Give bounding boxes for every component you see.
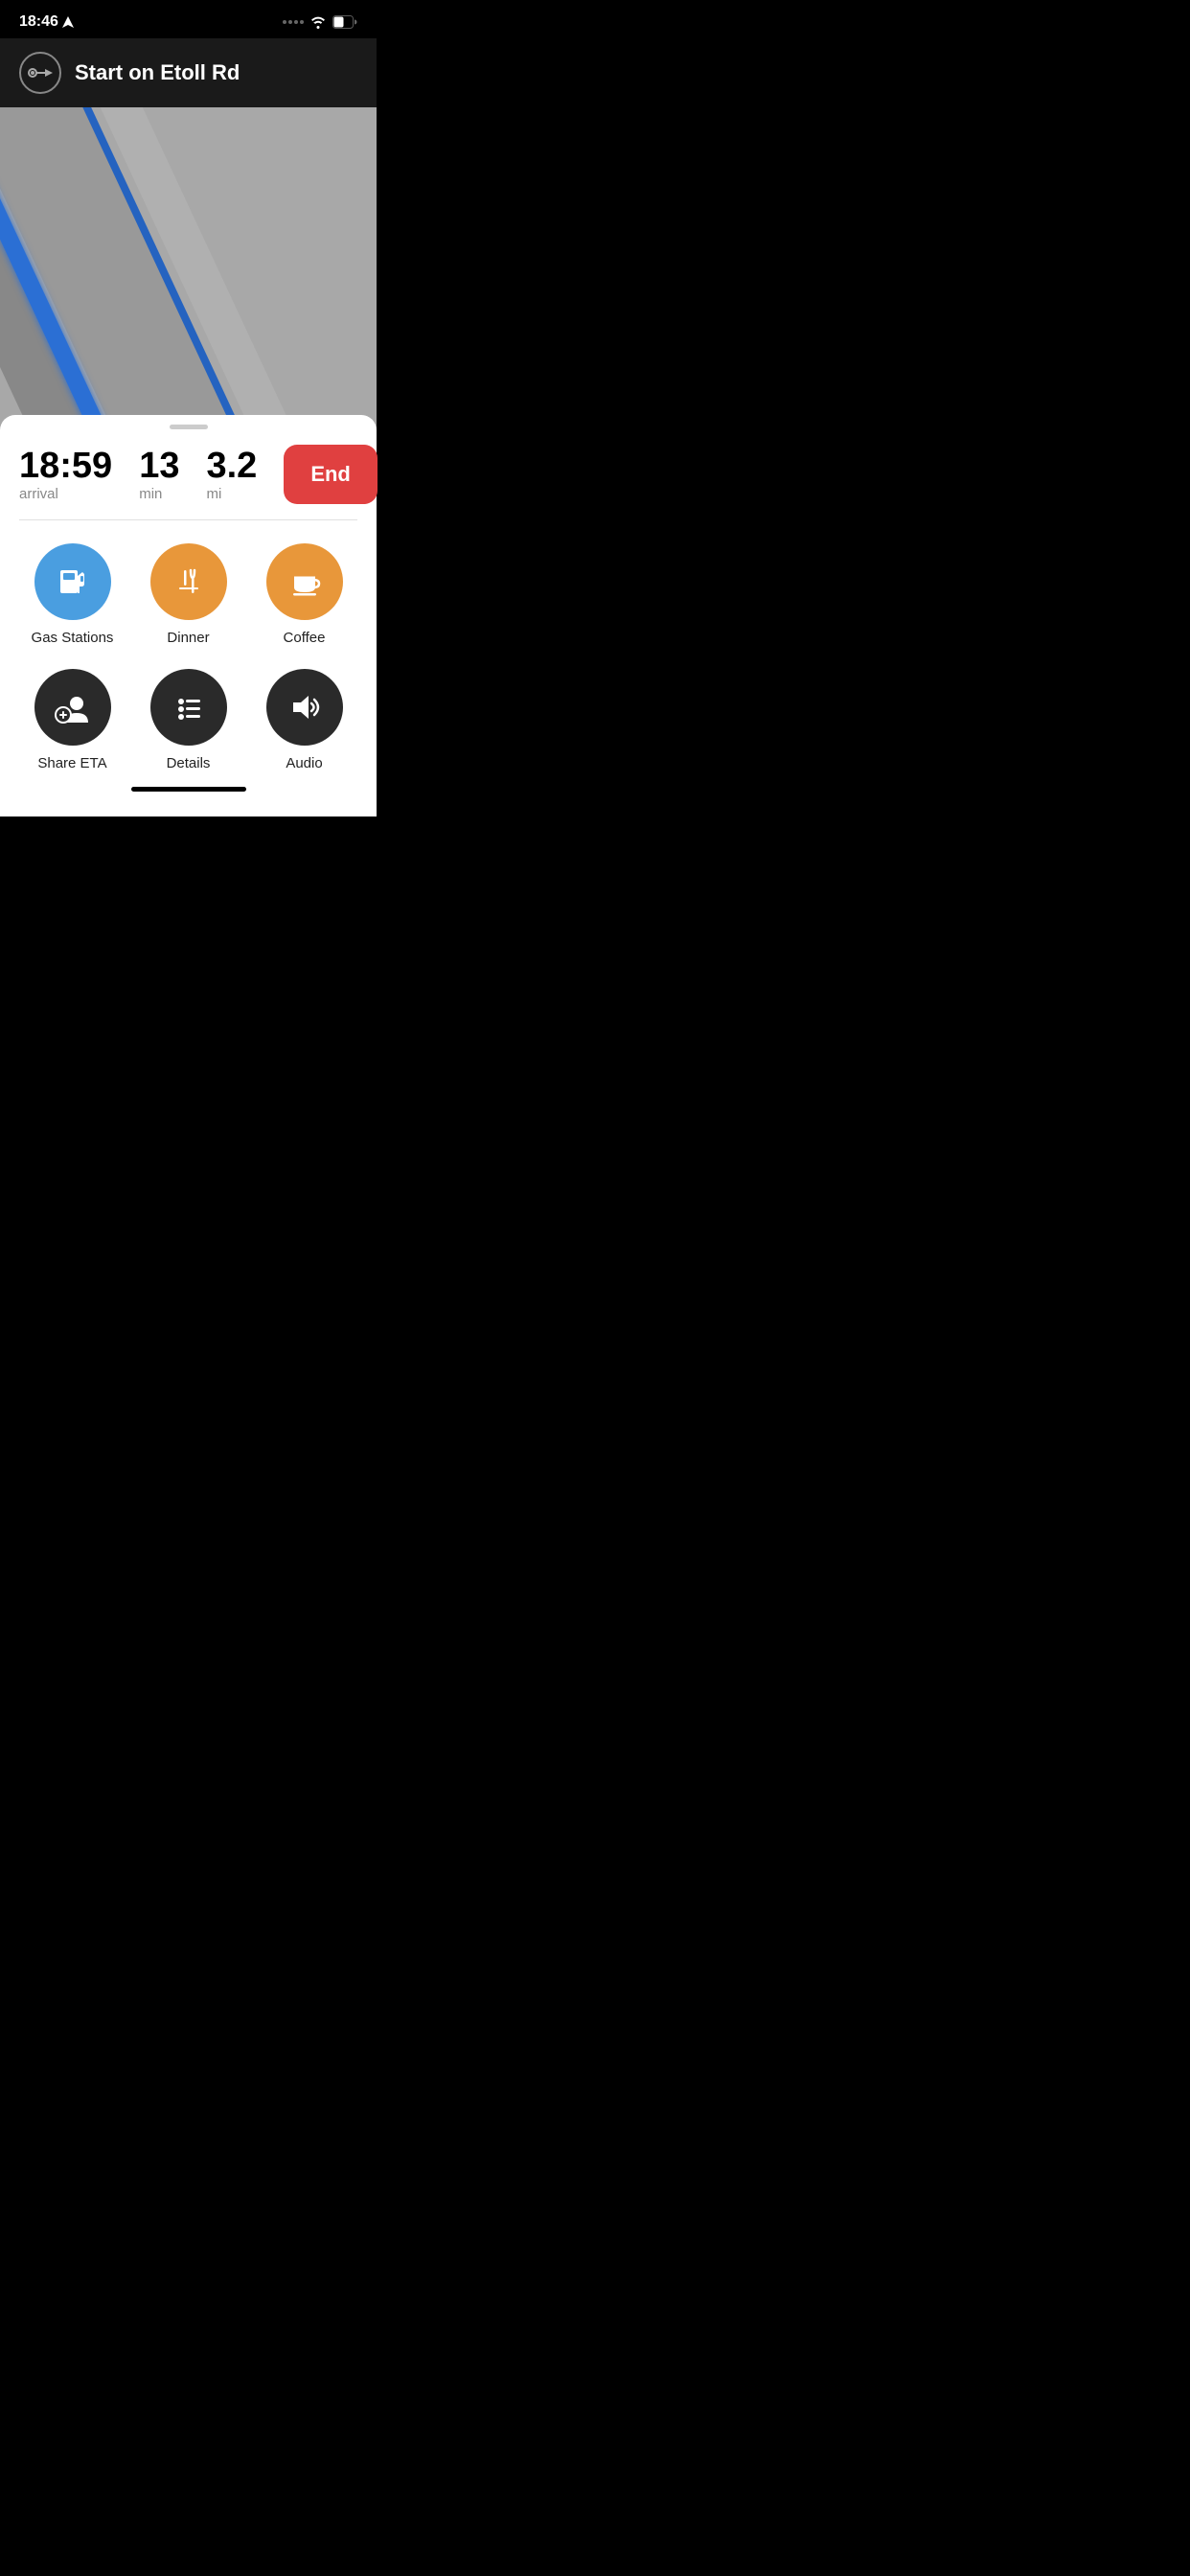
audio-icon xyxy=(286,688,324,726)
divider xyxy=(19,519,357,520)
duration-stat: 13 min xyxy=(139,448,179,502)
status-time: 18:46 xyxy=(19,13,74,31)
distance-value: 3.2 xyxy=(206,448,257,484)
details-icon xyxy=(170,688,208,726)
nav-icon xyxy=(19,52,61,94)
nav-instruction: Start on Etoll Rd xyxy=(75,60,240,85)
battery-icon xyxy=(332,15,357,29)
arrival-stat: 18:59 arrival xyxy=(19,448,112,502)
audio-label: Audio xyxy=(286,755,322,771)
action-grid: Gas Stations Dinner xyxy=(0,543,377,771)
dinner-item[interactable]: Dinner xyxy=(135,543,241,646)
signal-dots xyxy=(283,20,304,24)
end-button[interactable]: End xyxy=(284,445,378,504)
gas-pump-icon xyxy=(54,563,92,601)
share-eta-label: Share ETA xyxy=(37,755,106,771)
details-label: Details xyxy=(167,755,211,771)
dinner-icon xyxy=(170,563,208,601)
coffee-label: Coffee xyxy=(284,630,326,646)
status-bar: 18:46 xyxy=(0,0,377,38)
gas-stations-circle xyxy=(34,543,111,620)
duration-label: min xyxy=(139,486,179,502)
share-eta-icon xyxy=(52,686,94,728)
coffee-icon xyxy=(286,563,324,601)
wifi-icon xyxy=(309,15,327,29)
details-item[interactable]: Details xyxy=(135,669,241,771)
share-eta-item[interactable]: Share ETA xyxy=(19,669,126,771)
gas-stations-item[interactable]: Gas Stations xyxy=(19,543,126,646)
status-icons xyxy=(283,15,357,29)
arrival-time: 18:59 xyxy=(19,448,112,484)
audio-item[interactable]: Audio xyxy=(251,669,357,771)
audio-circle xyxy=(266,669,343,746)
coffee-circle xyxy=(266,543,343,620)
duration-value: 13 xyxy=(139,448,179,484)
details-circle xyxy=(150,669,227,746)
coffee-item[interactable]: Coffee xyxy=(251,543,357,646)
bottom-sheet: 18:59 arrival 13 min 3.2 mi End Ga xyxy=(0,415,377,816)
drag-handle[interactable] xyxy=(170,425,208,429)
dinner-label: Dinner xyxy=(167,630,209,646)
arrival-label: arrival xyxy=(19,486,112,502)
route-icon xyxy=(28,64,53,81)
distance-label: mi xyxy=(206,486,257,502)
distance-stat: 3.2 mi xyxy=(206,448,257,502)
share-eta-circle xyxy=(34,669,111,746)
nav-header: Start on Etoll Rd xyxy=(0,38,377,107)
dinner-circle xyxy=(150,543,227,620)
home-indicator xyxy=(131,787,246,792)
gas-stations-label: Gas Stations xyxy=(32,630,114,646)
trip-info: 18:59 arrival 13 min 3.2 mi End xyxy=(0,445,377,519)
